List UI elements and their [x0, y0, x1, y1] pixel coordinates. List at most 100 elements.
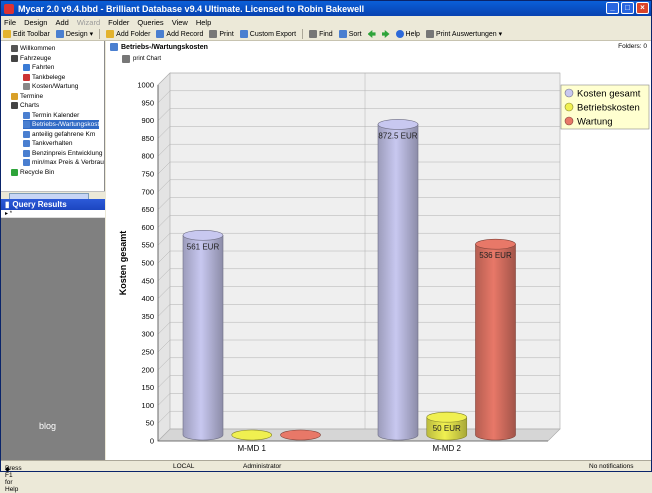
query-results-new-row[interactable]: ▸ *	[1, 210, 105, 218]
y-tick-label: 550	[141, 241, 154, 250]
tree-item[interactable]: Termine	[11, 92, 43, 101]
y-tick-label: 750	[141, 170, 154, 179]
tree-item-icon	[11, 45, 18, 52]
tree-item-icon	[11, 168, 18, 176]
help-button[interactable]: Help	[395, 30, 420, 38]
tree-item-icon	[23, 149, 30, 157]
toolbar: Edit Toolbar Design ▾ Add Folder Add Reco…	[1, 28, 651, 41]
back-button[interactable]	[367, 30, 376, 38]
print-chart-button[interactable]: print Chart	[122, 55, 161, 63]
blog-watermark: blog	[39, 421, 57, 431]
status-hint-text: Press F1 for Help	[5, 465, 22, 493]
tree-item-icon	[23, 111, 30, 119]
add-record-button[interactable]: Add Record	[156, 30, 203, 38]
print-button[interactable]: Print	[209, 30, 234, 38]
edit-toolbar-button[interactable]: Edit Toolbar	[3, 30, 50, 38]
add-folder-button[interactable]: Add Folder	[106, 30, 150, 38]
bar-cylinder	[182, 234, 224, 441]
tree-item[interactable]: Benzinpreis Entwicklung	[23, 149, 102, 158]
tree-item-icon	[23, 140, 30, 147]
navigation-tree: Willkommen Fahrzeuge Fahrten Tankbelege Kost…	[1, 41, 105, 191]
status-notifications: No notifications	[589, 463, 634, 470]
y-tick-label: 400	[141, 294, 154, 303]
tree-item-label: Fahrzeuge	[20, 54, 52, 62]
bar-cylinder	[377, 124, 419, 441]
printer-icon	[425, 30, 434, 38]
x-tick-label: M-MD 1	[238, 444, 267, 453]
bar-chart: 0 50 100 150 200 250 300 350 400 450 500 550 600 650 7…	[118, 72, 650, 453]
menu-folder[interactable]: Folder	[108, 18, 129, 27]
bar-data-label: 536 EUR	[479, 251, 512, 260]
find-button[interactable]: Find	[309, 30, 333, 38]
menu-design[interactable]: Design	[24, 18, 47, 27]
minimize-button[interactable]: _	[606, 2, 619, 14]
tree-item[interactable]: Recycle Bin	[11, 168, 54, 177]
tree-item[interactable]: Fahrten	[23, 63, 54, 72]
legend-label: Kosten gesamt	[577, 89, 641, 100]
close-button[interactable]: ×	[636, 2, 649, 14]
menu-help[interactable]: Help	[196, 18, 211, 27]
tree-item[interactable]: Betriebs-/Wartungskost	[23, 120, 100, 129]
query-results-title: Query Results	[12, 200, 67, 209]
bar-cylinder	[475, 243, 516, 441]
print-reports-button[interactable]: Print Auswertungen ▾	[425, 30, 502, 38]
tree-item-icon	[23, 83, 30, 90]
tree-item[interactable]: Tankbelege	[23, 73, 65, 82]
custom-export-label: Custom Export	[249, 30, 297, 38]
sort-button[interactable]: Sort	[338, 30, 362, 38]
y-tick-label: 0	[150, 437, 154, 446]
tree-item-label: Tankbelege	[32, 73, 66, 81]
tree-item[interactable]: Kosten/Wartung	[23, 82, 78, 91]
menu-bar: File Design Add Wizard Folder Queries Vi…	[1, 16, 651, 28]
tree-item-label: Benzinpreis Entwicklung	[32, 149, 103, 157]
toolbar-separator	[99, 29, 101, 39]
title-bar: Mycar 2.0 v9.4.bbd - Brilliant Database …	[1, 1, 651, 16]
chart-icon	[110, 43, 118, 51]
tree-item-icon	[23, 73, 30, 81]
menu-add[interactable]: Add	[55, 18, 68, 27]
edit-toolbar-label: Edit Toolbar	[13, 30, 50, 38]
print-label: Print	[219, 30, 234, 38]
tree-item-label: Fahrten	[32, 64, 55, 71]
tree-item-label: Betriebs-/Wartungskost	[32, 121, 100, 128]
folder-icon	[106, 30, 115, 38]
tree-item-icon	[23, 121, 30, 128]
tree-item[interactable]: Charts	[11, 101, 39, 110]
query-results-header[interactable]: ▮ Query Results	[1, 199, 105, 210]
forward-button[interactable]	[381, 30, 390, 38]
tree-item[interactable]: anteilig gefahrene Km	[23, 130, 95, 139]
y-tick-label: 850	[141, 134, 154, 143]
menu-view[interactable]: View	[172, 18, 188, 27]
y-tick-label: 100	[141, 401, 154, 410]
tree-item-label: Willkommen	[20, 45, 56, 52]
tree-item-label: Termine	[20, 92, 44, 100]
add-folder-label: Add Folder	[116, 30, 151, 38]
y-axis-label: Kosten gesamt	[118, 231, 128, 296]
bar-cylinder-top	[182, 229, 224, 241]
legend-swatch	[564, 102, 574, 112]
help-label: Help	[405, 30, 420, 38]
tree-item[interactable]: Fahrzeuge	[11, 54, 51, 63]
y-tick-label: 600	[141, 223, 154, 232]
tree-item[interactable]: Willkommen	[11, 44, 55, 53]
tree-item-icon	[11, 54, 18, 62]
bar-data-label: 872.5 EUR	[378, 131, 417, 140]
menu-queries[interactable]: Queries	[137, 18, 163, 27]
tree-item-icon	[23, 159, 30, 166]
design-button[interactable]: Design ▾	[55, 30, 93, 38]
maximize-button[interactable]: □	[621, 2, 634, 14]
tree-item-label: Recycle Bin	[20, 168, 55, 176]
legend-swatch	[564, 116, 574, 126]
tree-item[interactable]: min/max Preis & Verbrau	[23, 158, 104, 167]
custom-export-button[interactable]: Custom Export	[239, 30, 297, 38]
menu-file[interactable]: File	[4, 18, 16, 27]
tree-item-icon	[23, 64, 30, 71]
y-tick-label: 350	[141, 312, 154, 321]
app-window: Mycar 2.0 v9.4.bbd - Brilliant Database …	[0, 0, 652, 493]
sort-label: Sort	[348, 30, 362, 38]
x-tick-label: M-MD 2	[433, 444, 462, 453]
y-tick-label: 250	[141, 348, 154, 357]
y-tick-label: 1000	[137, 81, 154, 90]
tree-item[interactable]: Termin Kalender	[23, 111, 79, 120]
tree-item[interactable]: Tankverhalten	[23, 139, 72, 148]
